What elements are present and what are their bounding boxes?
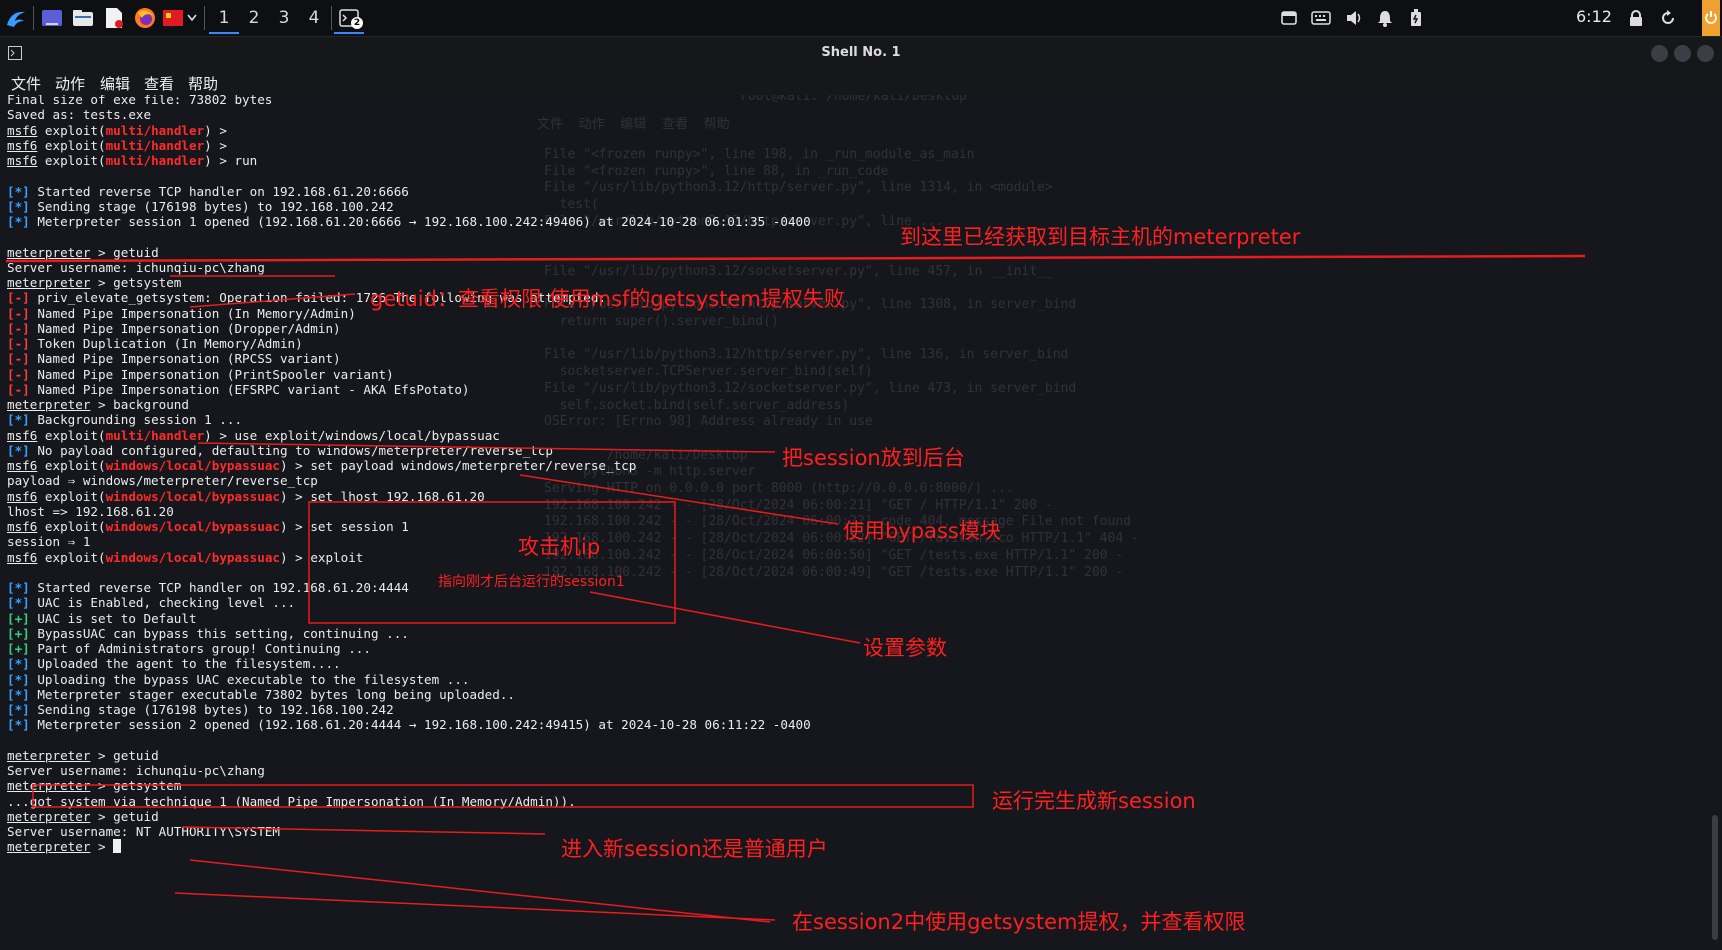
annotation-got-meterpreter: 到这里已经获取到目标主机的meterpreter — [900, 225, 1301, 249]
annotation-session2-getsystem: 在session2中使用getsystem提权，并查看权限 — [792, 910, 1246, 934]
annotation-getuid-fail: getuid：查看权限 使用msf的getsystem提权失败 — [370, 287, 845, 311]
pointer-line — [519, 474, 839, 525]
pointer-line — [181, 826, 546, 835]
annotation-attacker-ip: 攻击机ip — [518, 535, 601, 559]
annotation-background: 把session放到后台 — [782, 446, 965, 470]
pointer-line — [189, 293, 356, 308]
pointer-line — [197, 442, 776, 453]
pointer-line — [589, 591, 861, 644]
annotation-point-session1: 指向刚才后台运行的session1 — [438, 574, 625, 590]
params-box — [308, 501, 676, 624]
annotation-bypass-module: 使用bypass模块 — [843, 519, 1001, 543]
pointer-line — [189, 859, 771, 923]
annotation-overlay — [5, 254, 1586, 923]
annotation-set-params: 设置参数 — [863, 636, 947, 660]
annotation-normal-user: 进入新session还是普通用户 — [561, 837, 828, 861]
pointer-line — [174, 892, 776, 921]
session2-box — [32, 784, 974, 808]
divider-line — [5, 254, 1586, 263]
annotation-new-session: 运行完生成新session — [992, 789, 1196, 813]
